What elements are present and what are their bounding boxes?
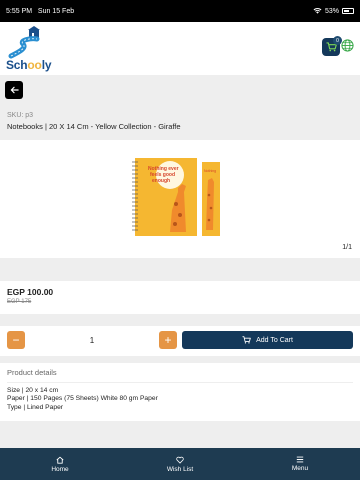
- svg-text:Nothing: Nothing: [204, 169, 216, 173]
- quantity-decrement-button[interactable]: −: [7, 331, 25, 349]
- product-details-card: Product details Size | 20 x 14 cm Paper …: [0, 363, 360, 421]
- nav-label-home: Home: [51, 465, 69, 473]
- battery-icon: [342, 8, 354, 14]
- product-price: EGP 100.00: [7, 287, 54, 297]
- product-old-price: EGP 175: [7, 299, 32, 305]
- add-to-cart-button[interactable]: Add To Cart: [182, 331, 353, 349]
- svg-text:enough: enough: [152, 178, 170, 184]
- nav-label-wishlist: Wish List: [166, 465, 194, 473]
- status-bar: 5:55 PM Sun 15 Feb 53%: [0, 0, 360, 22]
- logo-text-part1: Sch: [6, 58, 28, 72]
- nav-item-menu[interactable]: Menu: [240, 448, 360, 480]
- nav-label-menu: Menu: [291, 465, 309, 472]
- status-time: 5:55 PM: [6, 7, 33, 15]
- product-details-title: Product details: [7, 368, 57, 377]
- quantity-value[interactable]: 1: [26, 331, 158, 349]
- product-title: Notebooks | 20 X 14 Cm - Yellow Collecti…: [7, 122, 181, 131]
- product-image-card[interactable]: Nothing ever feels good enough Nothing 1…: [0, 140, 360, 258]
- logo-text-o: oo: [27, 58, 42, 72]
- arrow-left-icon: [10, 86, 19, 94]
- image-counter: 1/1: [342, 244, 352, 251]
- globe-icon[interactable]: [341, 39, 354, 52]
- menu-icon: [296, 456, 304, 463]
- nav-item-home[interactable]: Home: [0, 448, 120, 480]
- heart-icon: [176, 456, 184, 463]
- logo-text: Schooly: [6, 58, 51, 72]
- product-details-list: Size | 20 x 14 cm Paper | 150 Pages (75 …: [7, 387, 158, 412]
- quantity-increment-button[interactable]: +: [159, 331, 177, 349]
- detail-line-type: Type | Lined Paper: [7, 403, 64, 411]
- status-left: 5:55 PM Sun 15 Feb: [6, 8, 74, 15]
- detail-line-size: Size | 20 x 14 cm: [7, 387, 59, 394]
- cart-icon: [242, 336, 251, 344]
- home-icon: [56, 456, 64, 464]
- logo-text-part2: ly: [41, 58, 52, 72]
- app-header: Schooly 0: [0, 22, 360, 75]
- back-button[interactable]: [5, 81, 23, 99]
- product-sku: SKU: p3: [7, 112, 34, 119]
- battery-percent: 53%: [324, 7, 339, 15]
- status-date: Sun 15 Feb: [37, 7, 75, 15]
- logo-road-icon: [8, 26, 40, 59]
- divider: [7, 382, 353, 383]
- price-card: EGP 100.00 EGP 175: [0, 281, 360, 314]
- bottom-nav: Home Wish List Menu: [0, 448, 360, 480]
- nav-item-wishlist[interactable]: Wish List: [120, 448, 240, 480]
- wifi-icon: [313, 7, 322, 16]
- detail-line-paper: Paper | 150 Pages (75 Sheets) White 80 g…: [7, 395, 158, 403]
- add-to-cart-label: Add To Cart: [256, 336, 293, 344]
- product-image: Nothing ever feels good enough Nothing: [132, 158, 220, 236]
- status-right: 53%: [313, 7, 354, 16]
- quantity-row: − 1 + Add To Cart: [0, 326, 360, 356]
